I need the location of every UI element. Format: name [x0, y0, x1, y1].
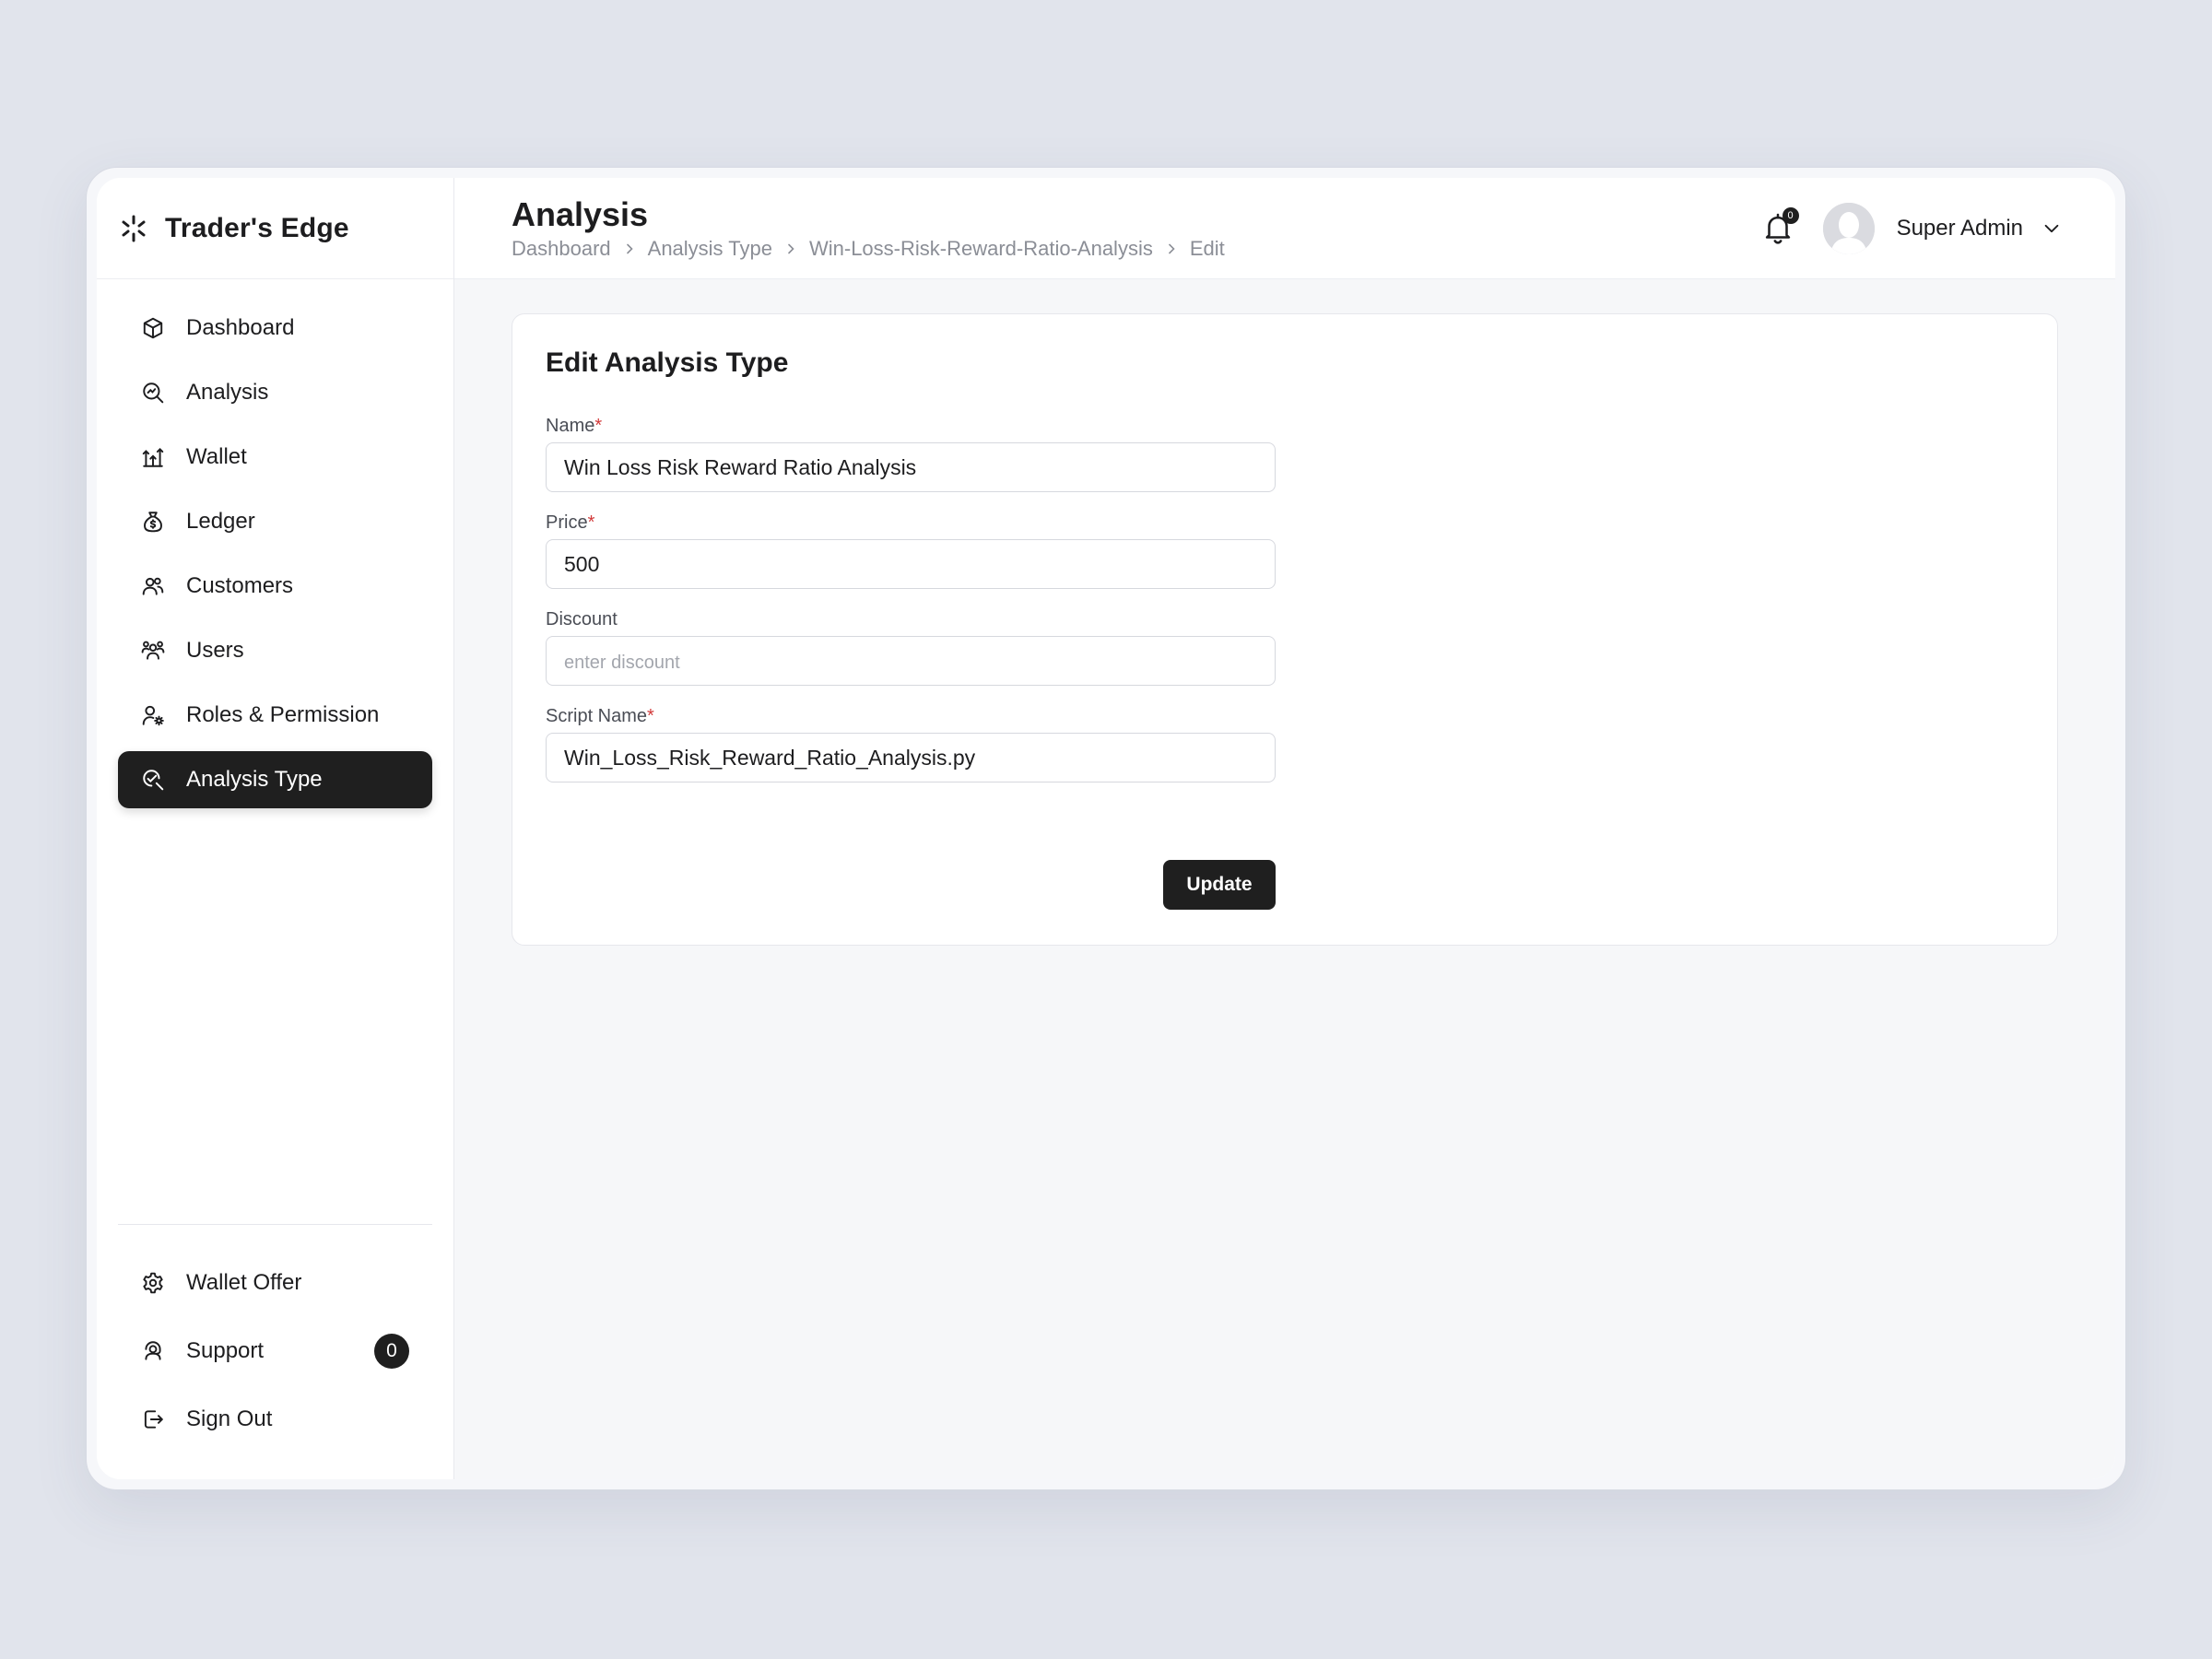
- sidebar-item-wallet[interactable]: Wallet: [118, 429, 432, 486]
- script-name-field-group: Script Name*: [546, 706, 1276, 782]
- users-icon: [140, 638, 166, 664]
- chevron-right-icon: [788, 243, 794, 253]
- name-label: Name*: [546, 416, 603, 436]
- analysis-type-icon: [140, 767, 166, 793]
- app-window: Trader's Edge Dashboard Analysis Wallet …: [97, 178, 2115, 1479]
- sidebar-item-label: Users: [186, 638, 244, 663]
- search-chart-icon: [140, 380, 166, 406]
- sidebar-item-label: Sign Out: [186, 1406, 273, 1431]
- sidebar-item-wallet-offer[interactable]: Wallet Offer: [118, 1254, 432, 1312]
- sidebar-item-label: Roles & Permission: [186, 702, 380, 727]
- breadcrumb-item-edit: Edit: [1189, 236, 1225, 260]
- app-frame: Trader's Edge Dashboard Analysis Wallet …: [86, 167, 2126, 1490]
- support-count-badge: 0: [374, 1334, 409, 1369]
- top-right-controls: 0 Super Admin: [1760, 202, 2062, 254]
- brand-name: Trader's Edge: [165, 212, 349, 243]
- sidebar-item-analysis[interactable]: Analysis: [118, 364, 432, 421]
- name-field-group: Name*: [546, 416, 1276, 492]
- main-area: Analysis Dashboard Analysis Type Win-Los…: [454, 178, 2115, 1479]
- page-title: Analysis: [512, 194, 649, 233]
- sidebar-bottom: Wallet Offer Support 0 Sign Out: [118, 1224, 432, 1459]
- price-label: Price*: [546, 512, 595, 533]
- update-button[interactable]: Update: [1163, 860, 1276, 910]
- sidebar-item-label: Dashboard: [186, 315, 295, 340]
- user-name[interactable]: Super Admin: [1897, 216, 2023, 241]
- sidebar-item-support[interactable]: Support 0: [118, 1323, 432, 1380]
- user-gear-icon: [140, 702, 166, 728]
- name-input[interactable]: [546, 442, 1276, 492]
- sidebar-item-customers[interactable]: Customers: [118, 558, 432, 615]
- top-bar: Analysis Dashboard Analysis Type Win-Los…: [454, 178, 2115, 279]
- user-avatar-icon: [1822, 202, 1875, 254]
- sidebar-item-label: Support: [186, 1338, 265, 1363]
- wallet-arrows-icon: [140, 444, 166, 470]
- sidebar-item-users[interactable]: Users: [118, 622, 432, 679]
- chevron-down-icon[interactable]: [2041, 218, 2062, 239]
- sidebar-item-label: Customers: [186, 573, 294, 598]
- breadcrumb-item-dashboard[interactable]: Dashboard: [512, 237, 611, 261]
- money-bag-icon: [140, 509, 166, 535]
- sparkle-icon: [119, 214, 148, 243]
- avatar[interactable]: [1822, 202, 1875, 254]
- sidebar-item-label: Analysis Type: [186, 767, 323, 792]
- sidebar-item-dashboard[interactable]: Dashboard: [118, 300, 432, 357]
- chevron-right-icon: [626, 243, 633, 253]
- script-name-label: Script Name*: [546, 706, 654, 726]
- breadcrumb: Dashboard Analysis Type Win-Loss-Risk-Re…: [512, 237, 1225, 261]
- sidebar-item-label: Ledger: [186, 509, 255, 534]
- discount-input[interactable]: [546, 636, 1276, 686]
- sign-out-icon: [140, 1406, 166, 1432]
- breadcrumb-item-analysis-type[interactable]: Analysis Type: [648, 237, 772, 261]
- breadcrumb-item-record[interactable]: Win-Loss-Risk-Reward-Ratio-Analysis: [809, 237, 1153, 261]
- discount-label: Discount: [546, 609, 618, 629]
- customers-icon: [140, 573, 166, 599]
- sidebar-item-analysis-type[interactable]: Analysis Type: [118, 751, 432, 808]
- support-icon: [140, 1338, 166, 1364]
- sidebar-item-label: Wallet: [186, 444, 247, 469]
- discount-field-group: Discount: [546, 609, 1276, 686]
- edit-analysis-type-card: Edit Analysis Type Name* Price* Discount: [512, 313, 2058, 946]
- sidebar-item-ledger[interactable]: Ledger: [118, 493, 432, 550]
- sidebar-item-sign-out[interactable]: Sign Out: [118, 1391, 432, 1448]
- price-input[interactable]: [546, 539, 1276, 589]
- notification-button[interactable]: 0: [1760, 206, 1799, 246]
- title-block: Analysis Dashboard Analysis Type Win-Los…: [512, 194, 1225, 261]
- price-field-group: Price*: [546, 512, 1276, 589]
- gear-icon: [140, 1270, 166, 1296]
- brand[interactable]: Trader's Edge: [97, 178, 453, 279]
- notification-count-badge: 0: [1782, 206, 1799, 224]
- sidebar-item-label: Wallet Offer: [186, 1270, 302, 1295]
- form-title: Edit Analysis Type: [546, 347, 789, 378]
- chevron-right-icon: [1169, 243, 1175, 253]
- cube-icon: [140, 315, 166, 341]
- sidebar-item-label: Analysis: [186, 380, 269, 405]
- sidebar-nav: Dashboard Analysis Wallet Ledger Custome…: [97, 279, 453, 808]
- sidebar: Trader's Edge Dashboard Analysis Wallet …: [97, 178, 454, 1479]
- script-name-input[interactable]: [546, 733, 1276, 782]
- content-area: Edit Analysis Type Name* Price* Discount: [454, 279, 2115, 946]
- sidebar-item-roles-permission[interactable]: Roles & Permission: [118, 687, 432, 744]
